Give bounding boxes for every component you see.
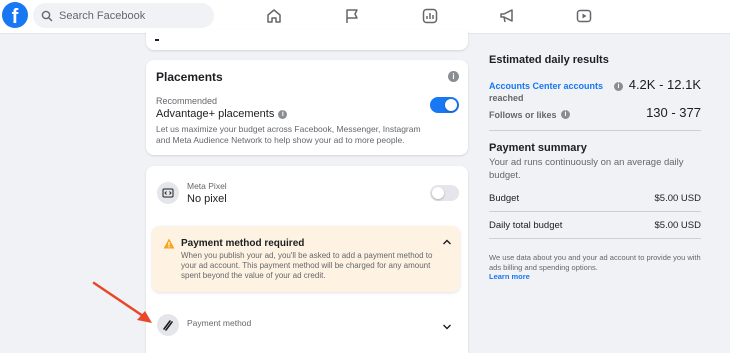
pixel-payment-card: Meta Pixel No pixel Payment method requi… bbox=[146, 166, 468, 353]
budget-label: Budget bbox=[489, 193, 520, 204]
home-icon[interactable] bbox=[264, 6, 284, 26]
facebook-logo[interactable]: f bbox=[2, 2, 28, 28]
advantage-info-icon[interactable]: i bbox=[278, 109, 288, 119]
placements-card: Placements i Recommended Advantage+ plac… bbox=[146, 60, 468, 155]
recommended-label: Recommended bbox=[156, 96, 218, 106]
megaphone-icon[interactable] bbox=[497, 6, 517, 26]
search-icon bbox=[41, 10, 53, 21]
follows-value: 130 - 377 bbox=[646, 105, 701, 120]
payment-warning-title: Payment method required bbox=[181, 238, 305, 249]
accounts-reached-value: 4.2K - 12.1K bbox=[628, 77, 701, 92]
placements-title: Placements bbox=[156, 70, 223, 84]
meta-pixel-value: No pixel bbox=[187, 193, 227, 205]
insights-icon[interactable] bbox=[420, 6, 440, 26]
meta-pixel-toggle[interactable] bbox=[430, 185, 459, 201]
follows-label: Follows or likes bbox=[489, 110, 557, 120]
warning-icon bbox=[163, 238, 175, 249]
annotation-arrow bbox=[92, 281, 152, 323]
search-input[interactable] bbox=[59, 9, 199, 22]
daily-total-label: Daily total budget bbox=[489, 220, 563, 231]
payment-warning-box: Payment method required When you publish… bbox=[152, 226, 460, 292]
accounts-center-link[interactable]: Accounts Center accounts bbox=[489, 81, 603, 91]
divider bbox=[489, 238, 701, 239]
search-box[interactable] bbox=[33, 3, 214, 28]
video-icon[interactable] bbox=[574, 6, 594, 26]
payment-summary-description: Your ad runs continuously on an average … bbox=[489, 157, 684, 181]
placements-info-icon[interactable]: i bbox=[448, 71, 459, 82]
advantage-placements-label: Advantage+ placements bbox=[156, 108, 275, 120]
accounts-reached-label: reached bbox=[489, 93, 524, 103]
top-bar: f bbox=[0, 0, 730, 34]
payment-summary-title: Payment summary bbox=[489, 142, 587, 154]
pixel-code-icon bbox=[157, 182, 179, 204]
budget-value: $5.00 USD bbox=[654, 193, 701, 204]
estimated-results-title: Estimated daily results bbox=[489, 54, 609, 66]
previous-section-card bbox=[146, 30, 468, 50]
chevron-up-icon[interactable] bbox=[442, 238, 452, 246]
follows-info-icon[interactable]: i bbox=[561, 110, 570, 119]
flag-icon[interactable] bbox=[342, 6, 362, 26]
divider bbox=[489, 130, 701, 131]
billing-footnote: We use data about you and your ad accoun… bbox=[489, 253, 701, 272]
advantage-placements-toggle[interactable] bbox=[430, 97, 459, 113]
divider bbox=[489, 211, 701, 212]
placements-description: Let us maximize your budget across Faceb… bbox=[156, 124, 421, 145]
collapsed-indicator bbox=[155, 39, 159, 41]
payment-warning-body: When you publish your ad, you'll be aske… bbox=[181, 251, 433, 280]
meta-pixel-label: Meta Pixel bbox=[187, 181, 227, 191]
advantage-placements-row: Advantage+ placements i bbox=[156, 108, 288, 120]
learn-more-link[interactable]: Learn more bbox=[489, 272, 530, 281]
accounts-info-icon[interactable]: i bbox=[614, 82, 623, 91]
payment-method-label: Payment method bbox=[187, 318, 252, 328]
daily-total-value: $5.00 USD bbox=[654, 220, 701, 231]
payment-method-icon bbox=[157, 314, 179, 336]
chevron-down-icon[interactable] bbox=[442, 323, 452, 331]
